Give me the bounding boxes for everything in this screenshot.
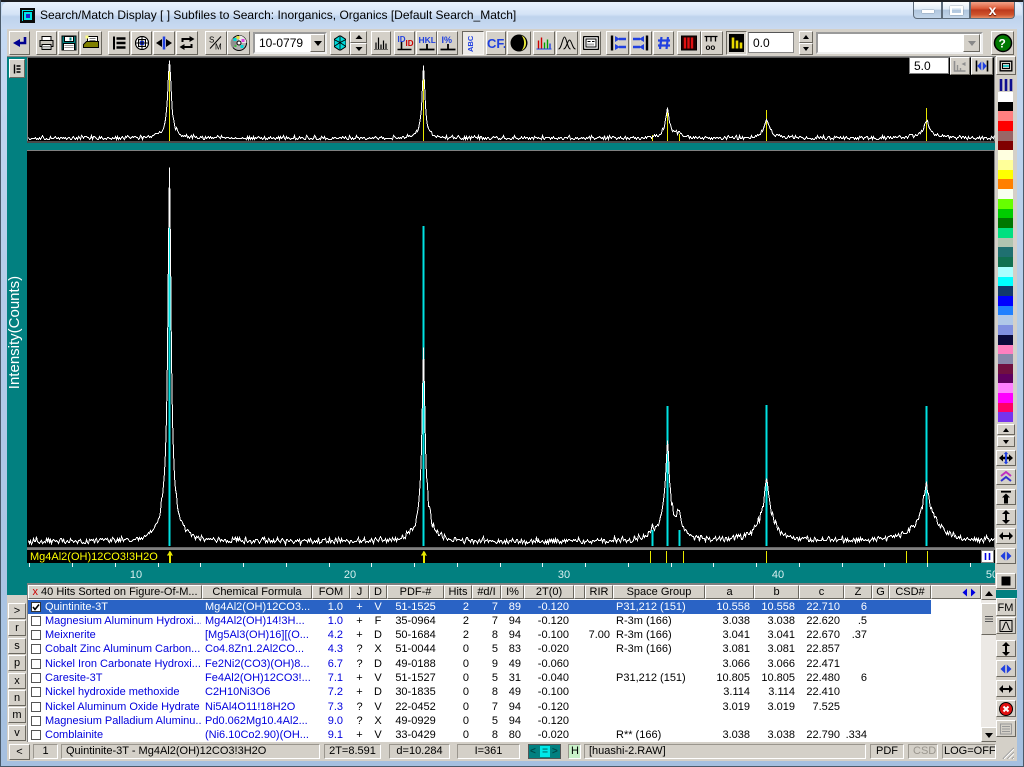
svg-text:ABC: ABC <box>466 35 475 52</box>
svg-text:S: S <box>209 36 214 45</box>
svg-text:oo: oo <box>706 43 716 51</box>
svg-text:M: M <box>215 43 222 51</box>
svg-text:ID: ID <box>405 39 413 48</box>
svg-text:I%: I% <box>441 35 452 45</box>
svg-text:FM: FM <box>998 602 1014 613</box>
svg-text:CF.: CF. <box>487 36 505 50</box>
svg-text:HKL: HKL <box>418 35 435 45</box>
svg-text:?: ? <box>998 37 1005 51</box>
